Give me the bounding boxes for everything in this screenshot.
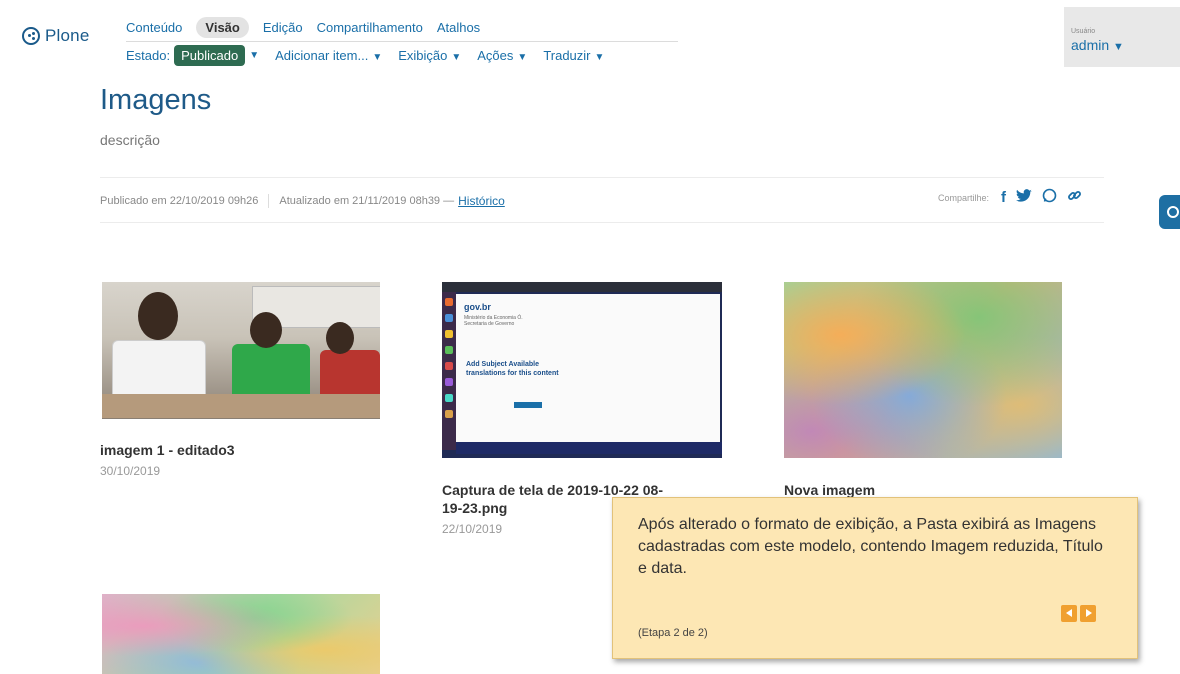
divider [268, 194, 270, 208]
user-menu[interactable]: Usuário admin ▼ [1064, 7, 1180, 67]
menu-label: Traduzir [543, 48, 591, 63]
estado-badge[interactable]: Publicado [174, 45, 246, 66]
tour-navigation [1061, 605, 1096, 622]
chevron-down-icon: ▼ [594, 52, 605, 63]
screenshot-modal-title: Add Subject Available translations for t… [466, 361, 559, 377]
page-description: descrição [100, 132, 160, 148]
twitter-icon[interactable] [1016, 188, 1033, 207]
tab-compartilhamento[interactable]: Compartilhamento [317, 20, 423, 35]
link-icon[interactable] [1067, 188, 1082, 207]
image-thumbnail[interactable] [102, 282, 380, 419]
image-thumbnail[interactable] [102, 594, 380, 674]
screenshot-site-name: gov.br [464, 302, 491, 312]
published-date: Publicado em 22/10/2019 09h26 [100, 195, 259, 207]
tab-conteudo[interactable]: Conteúdo [126, 20, 182, 35]
estado-label: Estado: [126, 48, 171, 63]
arrow-right-icon [1086, 609, 1092, 617]
divider [100, 222, 1104, 223]
share-label: Compartilhe: [938, 192, 990, 203]
image-thumbnail[interactable]: gov.br Ministério da Economia Ó. Secreta… [442, 282, 722, 458]
arrow-left-icon [1066, 609, 1072, 617]
toolbar-tabs: Conteúdo Visão Edição Compartilhamento A… [126, 17, 480, 38]
plone-logo[interactable]: Plone [22, 26, 89, 46]
menu-label: Adicionar item... [275, 48, 369, 63]
modified-date: Atualizado em 21/11/2019 08h39 — [279, 195, 455, 207]
menu-exibicao[interactable]: Exibição ▼ [398, 48, 461, 63]
toolbar-menus: Estado: Publicado ▼ Adicionar item... ▼ E… [126, 45, 604, 66]
chevron-down-icon: ▼ [451, 52, 462, 63]
tour-text: Após alterado o formato de exibição, a P… [638, 516, 1103, 577]
share-bar: Compartilhe: f [938, 188, 1082, 207]
screenshot-subtitle: Ministério da Economia Ó. Secretaria de … [464, 315, 523, 327]
chevron-down-icon: ▼ [372, 52, 383, 63]
toolbar-divider [126, 41, 678, 42]
item-date: 30/10/2019 [100, 464, 161, 478]
menu-adicionar-item[interactable]: Adicionar item... ▼ [275, 48, 382, 63]
whatsapp-icon[interactable] [1042, 188, 1057, 207]
plone-logo-icon [22, 27, 40, 45]
chevron-down-icon: ▼ [517, 52, 528, 63]
next-step-button[interactable] [1080, 605, 1096, 622]
item-title[interactable]: Captura de tela de 2019-10-22 08- [442, 482, 663, 498]
image-thumbnail[interactable] [784, 282, 1062, 458]
item-title[interactable]: Nova imagem [784, 482, 875, 498]
help-side-tab[interactable] [1159, 195, 1180, 229]
logo-text: Plone [45, 26, 90, 45]
chevron-down-icon: ▼ [1113, 41, 1124, 53]
item-title-cont[interactable]: 19-23.png [442, 500, 507, 516]
tour-tooltip: Após alterado o formato de exibição, a P… [612, 497, 1138, 659]
divider [100, 177, 1104, 178]
document-byline: Publicado em 22/10/2019 09h26 Atualizado… [100, 194, 505, 208]
tab-edicao[interactable]: Edição [263, 20, 303, 35]
facebook-icon[interactable]: f [1001, 189, 1006, 206]
tab-visao[interactable]: Visão [196, 17, 249, 38]
user-name: admin ▼ [1071, 37, 1124, 53]
tour-step: (Etapa 2 de 2) [638, 627, 708, 639]
menu-acoes[interactable]: Ações ▼ [477, 48, 527, 63]
page-title: Imagens [100, 84, 212, 116]
menu-label: Exibição [398, 48, 448, 63]
history-link[interactable]: Histórico [458, 194, 505, 208]
tab-atalhos[interactable]: Atalhos [437, 20, 480, 35]
previous-step-button[interactable] [1061, 605, 1077, 622]
menu-label: Ações [477, 48, 514, 63]
menu-traduzir[interactable]: Traduzir ▼ [543, 48, 604, 63]
item-date: 22/10/2019 [442, 522, 503, 536]
user-label: Usuário [1071, 28, 1096, 35]
item-title[interactable]: imagem 1 - editado3 [100, 442, 235, 458]
chevron-down-icon[interactable]: ▼ [249, 50, 259, 61]
help-icon [1167, 206, 1179, 218]
